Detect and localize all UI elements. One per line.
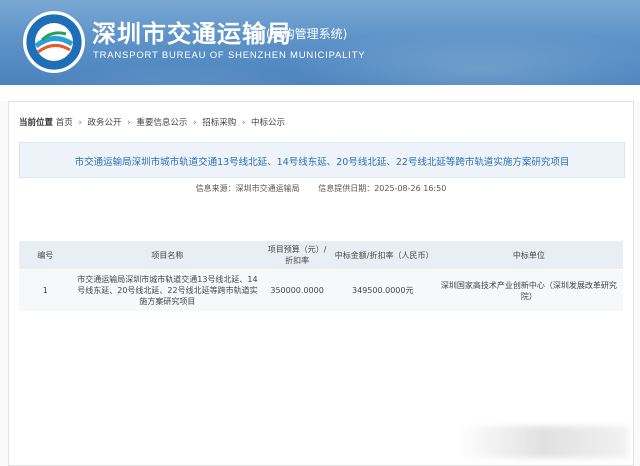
header-winning-unit: 中标单位: [434, 241, 623, 270]
bureau-logo-icon: [23, 11, 85, 73]
cell-award-amount: 349500.0000元: [330, 269, 435, 311]
breadcrumb: 当前位置 首页 › 政务公开 › 重要信息公示 › 招标采购 › 中标公示: [19, 116, 285, 128]
cell-project-name: 市交通运输局深圳市城市轨道交通13号线北延、14号线东延、20号线北延、22号线…: [71, 269, 264, 311]
header-gap: [0, 85, 640, 101]
info-source: 信息来源：深圳市交通运输局: [195, 184, 300, 193]
breadcrumb-important-info[interactable]: 重要信息公示: [136, 118, 187, 128]
blurred-watermark: [458, 426, 628, 458]
table-header-row: 编号 项目名称 项目预算（元）/折扣率 中标金额/折扣率（人民币） 中标单位: [19, 241, 623, 270]
cell-budget: 350000.0000: [263, 269, 331, 311]
cell-no: 1: [19, 269, 72, 311]
breadcrumb-separator: ›: [193, 118, 197, 128]
cell-winning-unit: 深圳国家高技术产业创新中心（深圳发展改革研究院）: [434, 269, 623, 311]
breadcrumb-separator: ›: [241, 118, 246, 128]
header-no: 编号: [19, 241, 72, 270]
content-panel: 当前位置 首页 › 政务公开 › 重要信息公示 › 招标采购 › 中标公示 市交…: [8, 101, 634, 466]
site-title-english: TRANSPORT BUREAU OF SHENZHEN MUNICIPALIT…: [93, 50, 366, 61]
breadcrumb-award-notice[interactable]: 中标公示: [251, 118, 285, 128]
table-row: 1 市交通运输局深圳市城市轨道交通13号线北延、14号线东延、20号线北延、22…: [19, 269, 623, 311]
info-date: 信息提供日期：2025-08-26 16:50: [318, 184, 447, 193]
site-title: 深圳市交通运输局: [92, 20, 292, 48]
breadcrumb-procurement[interactable]: 招标采购: [202, 118, 236, 128]
header-award-amount: 中标金额/折扣率（人民币）: [330, 241, 435, 270]
award-table: 编号 项目名称 项目预算（元）/折扣率 中标金额/折扣率（人民币） 中标单位 1…: [19, 241, 623, 311]
breadcrumb-label: 当前位置: [19, 118, 54, 128]
notice-meta: 信息来源：深圳市交通运输局 信息提供日期：2025-08-26 16:50: [9, 183, 633, 194]
site-subtitle: (采购管理系统): [266, 27, 348, 41]
header-project-name: 项目名称: [71, 241, 264, 270]
site-header: 深圳市交通运输局 (采购管理系统) TRANSPORT BUREAU OF SH…: [0, 0, 640, 85]
header-budget: 项目预算（元）/折扣率: [263, 241, 331, 270]
breadcrumb-home[interactable]: 首页: [56, 118, 73, 128]
breadcrumb-gov-affairs[interactable]: 政务公开: [88, 118, 122, 128]
notice-title: 市交通运输局深圳市城市轨道交通13号线北延、14号线东延、20号线北延、22号线…: [74, 157, 570, 168]
breadcrumb-separator: ›: [78, 118, 82, 128]
notice-title-bar: 市交通运输局深圳市城市轨道交通13号线北延、14号线东延、20号线北延、22号线…: [19, 142, 625, 178]
breadcrumb-separator: ›: [127, 118, 131, 128]
